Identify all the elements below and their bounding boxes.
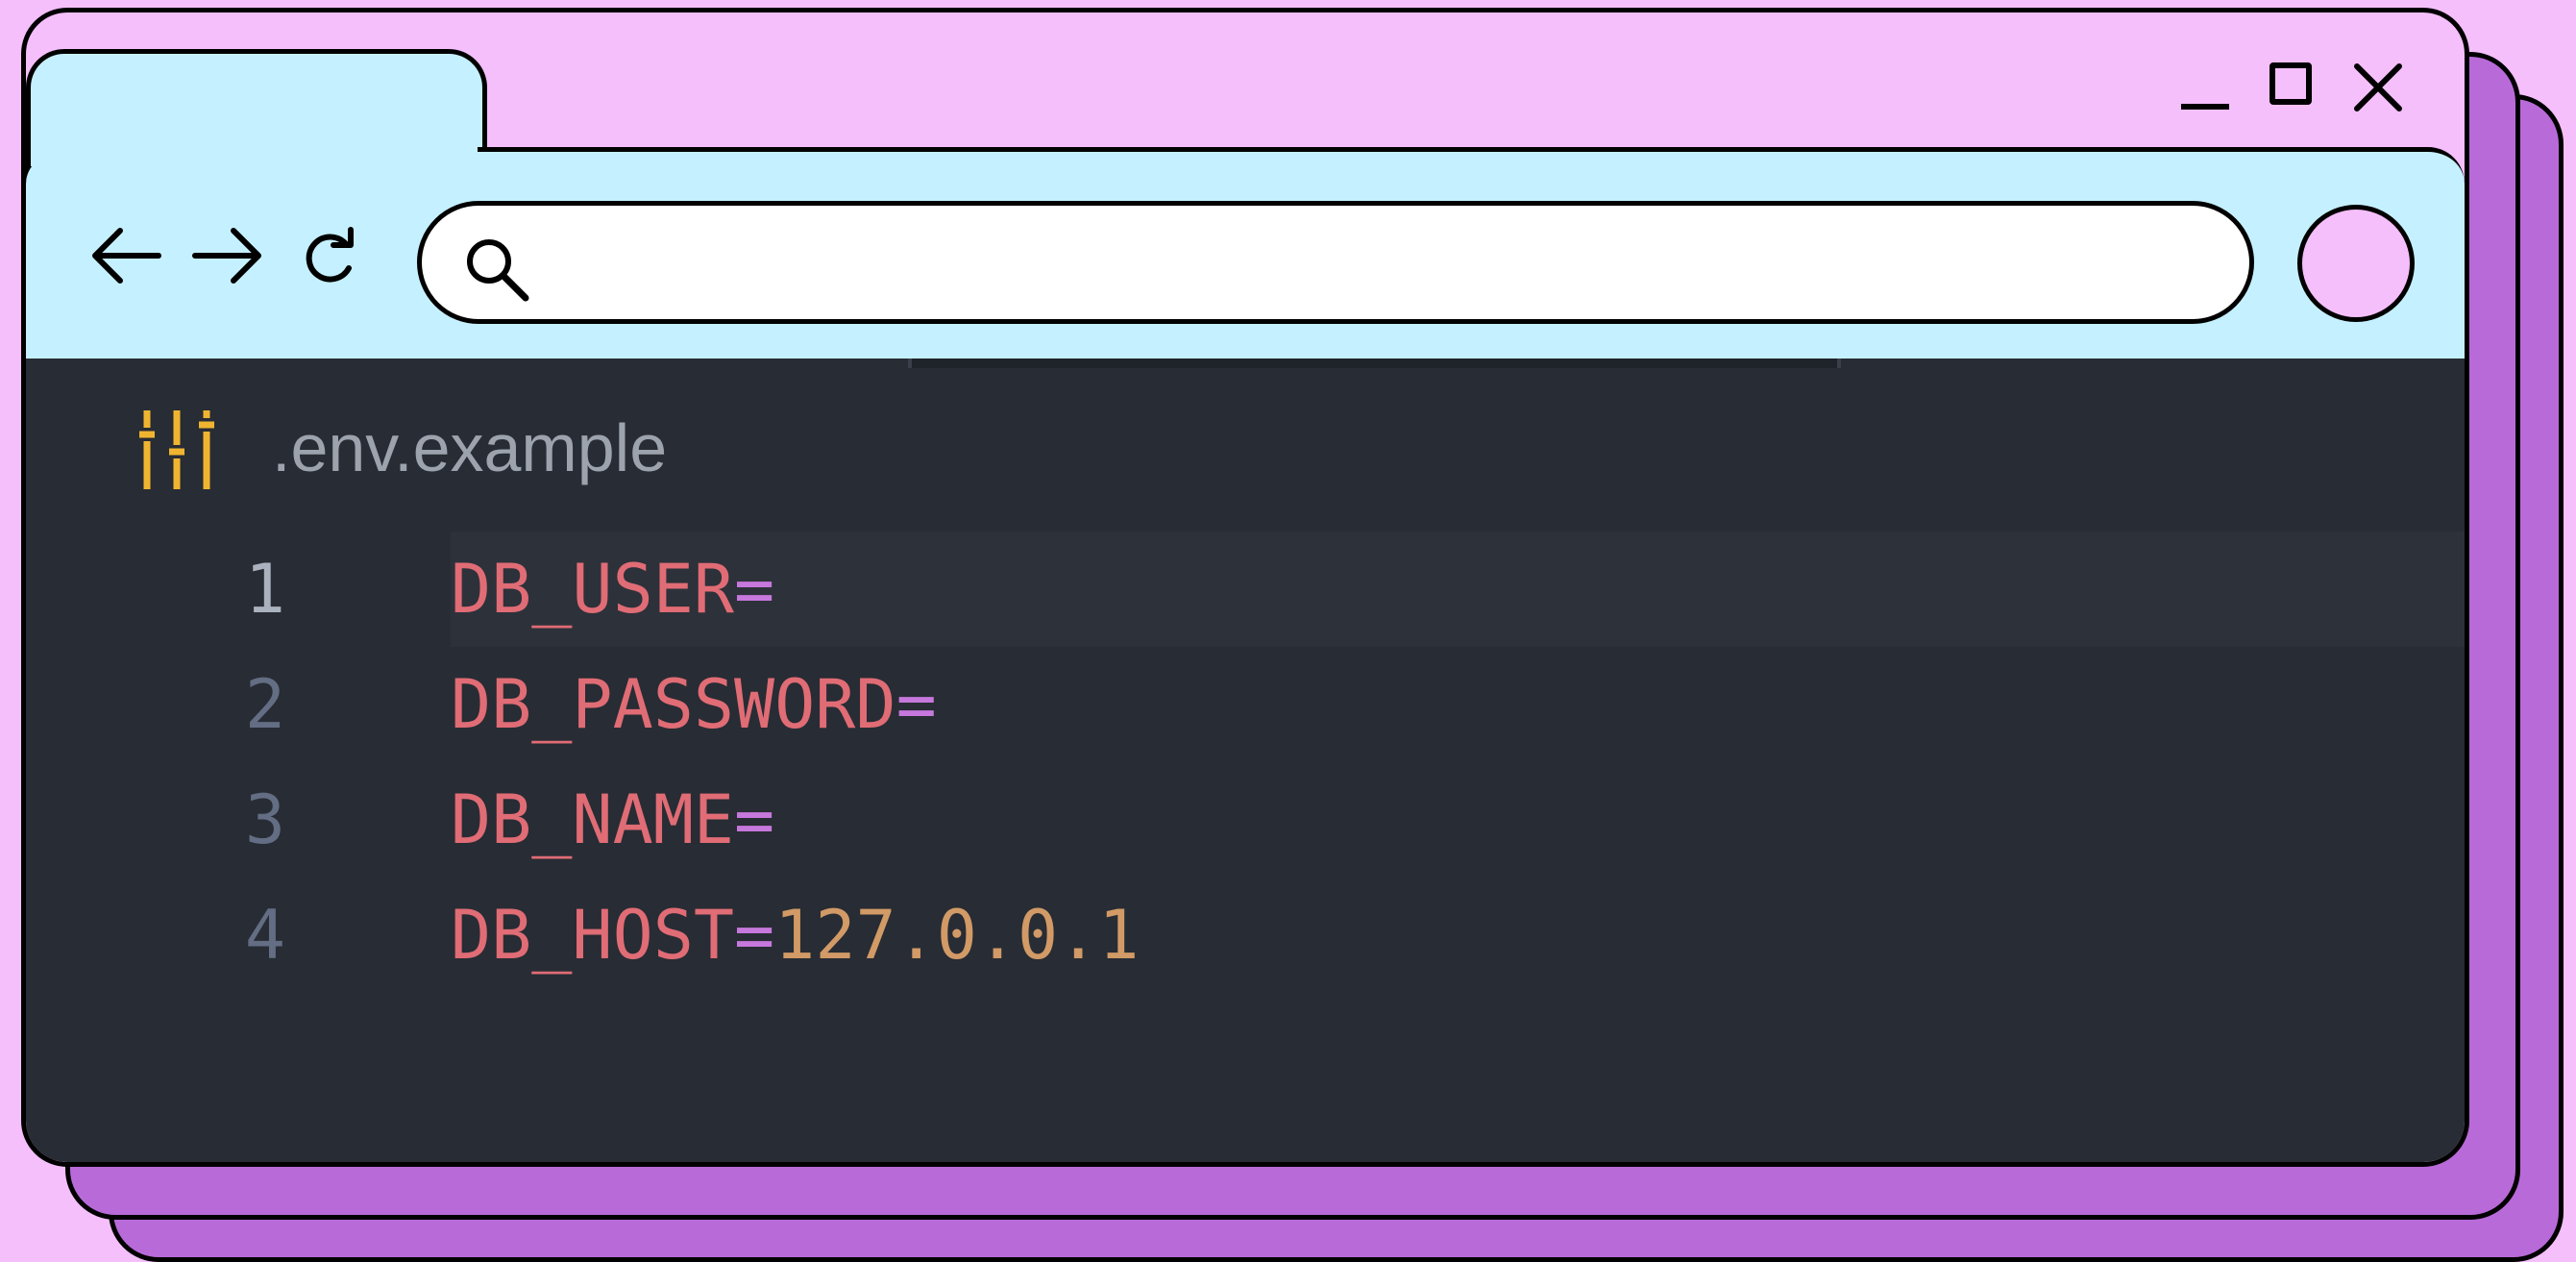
line-number: 1 bbox=[244, 550, 285, 629]
code-line[interactable]: 1 DB_USER= bbox=[26, 532, 2465, 647]
minimize-icon[interactable] bbox=[2181, 104, 2229, 110]
back-arrow-icon[interactable] bbox=[87, 222, 164, 289]
env-key: DB_USER bbox=[451, 550, 735, 629]
search-icon bbox=[467, 239, 529, 302]
env-key: DB_PASSWORD bbox=[451, 665, 896, 744]
file-header: .env.example bbox=[139, 405, 667, 491]
code-text[interactable]: DB_USER= bbox=[451, 532, 774, 647]
address-bar[interactable] bbox=[417, 201, 2254, 324]
equals-operator: = bbox=[734, 550, 775, 629]
env-key: DB_NAME bbox=[451, 780, 735, 859]
code-text[interactable]: DB_PASSWORD= bbox=[451, 647, 937, 762]
settings-sliders-icon bbox=[139, 410, 214, 489]
address-input[interactable] bbox=[547, 225, 2184, 304]
env-value: 127.0.0.1 bbox=[774, 896, 1140, 975]
code-text[interactable]: DB_HOST=127.0.0.1 bbox=[451, 878, 1139, 993]
maximize-icon[interactable] bbox=[2269, 62, 2312, 105]
code-line[interactable]: 2 DB_PASSWORD= bbox=[26, 647, 2465, 762]
code-text[interactable]: DB_NAME= bbox=[451, 762, 774, 878]
close-icon[interactable] bbox=[2351, 61, 2405, 114]
forward-arrow-icon[interactable] bbox=[189, 222, 266, 289]
line-number: 4 bbox=[244, 896, 285, 975]
code-line[interactable]: 3 DB_NAME= bbox=[26, 762, 2465, 878]
equals-operator: = bbox=[734, 780, 775, 859]
line-number: 2 bbox=[244, 665, 285, 744]
equals-operator: = bbox=[895, 665, 937, 744]
editor-tab-strip bbox=[908, 359, 1841, 368]
code-editor: .env.example 1 DB_USER= 2 DB_PASSWORD= 3… bbox=[26, 359, 2465, 1162]
tab-join bbox=[31, 137, 478, 166]
line-number: 3 bbox=[244, 780, 285, 859]
code-line[interactable]: 4 DB_HOST=127.0.0.1 bbox=[26, 878, 2465, 993]
env-key: DB_HOST bbox=[451, 896, 735, 975]
browser-window: .env.example 1 DB_USER= 2 DB_PASSWORD= 3… bbox=[21, 8, 2469, 1167]
avatar[interactable] bbox=[2297, 205, 2415, 322]
file-name: .env.example bbox=[272, 410, 668, 485]
equals-operator: = bbox=[734, 896, 775, 975]
reload-icon[interactable] bbox=[295, 222, 372, 289]
